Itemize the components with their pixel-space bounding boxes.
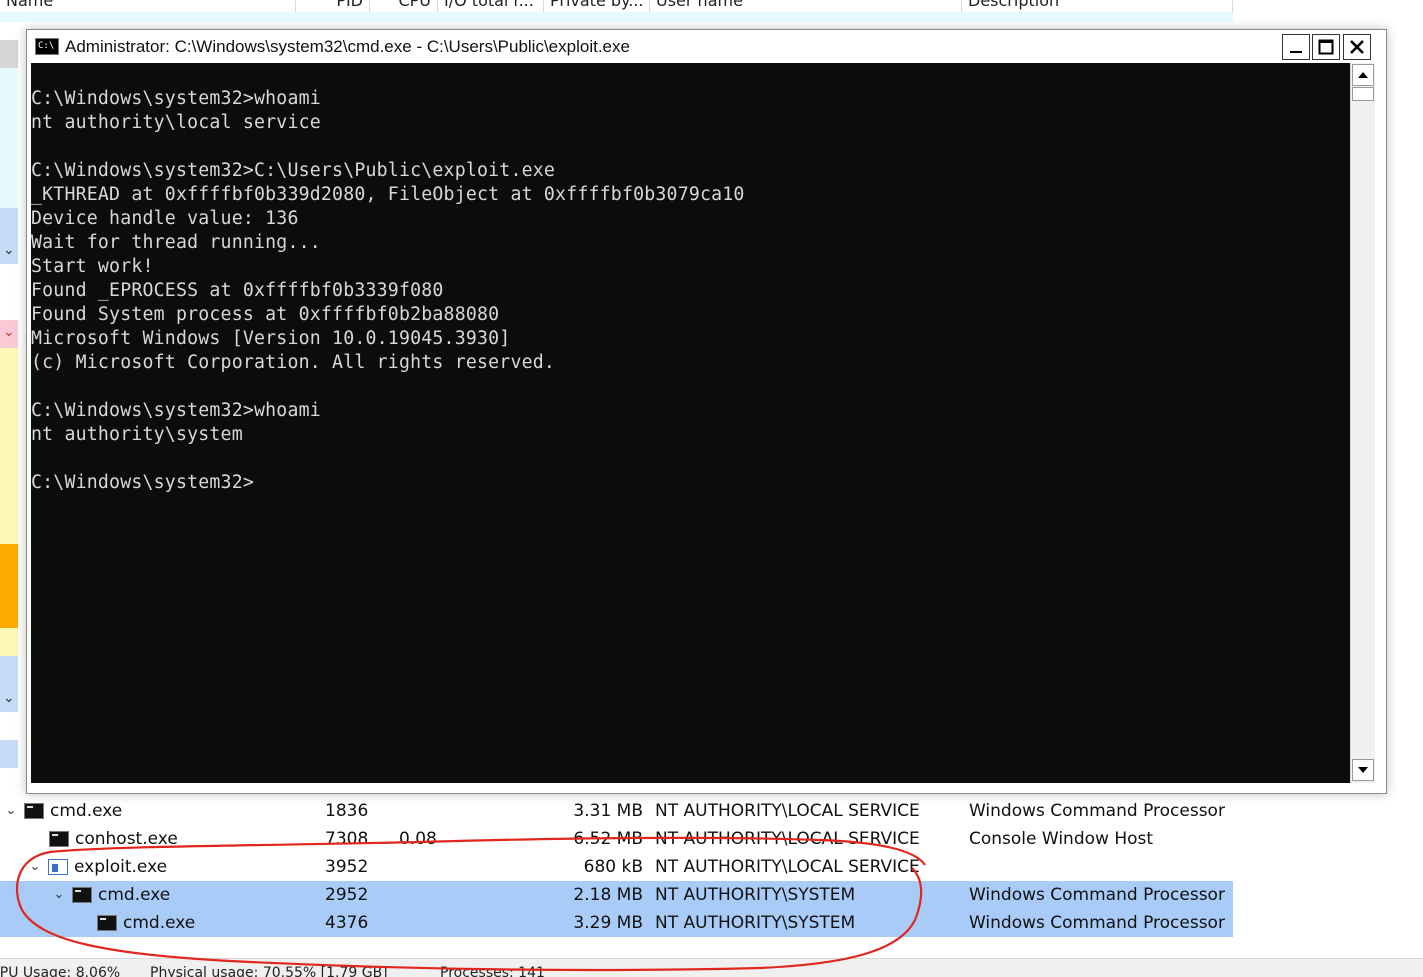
process-private-bytes: 2.18 MB: [573, 885, 643, 905]
process-private-bytes: 680 kB: [583, 857, 643, 877]
process-description: Console Window Host: [969, 829, 1154, 849]
console-line: C:\Windows\system32>whoami: [31, 88, 321, 109]
process-private-bytes: 3.29 MB: [573, 913, 643, 933]
process-row[interactable]: ⌄ cmd.exe 1836 3.31 MB NT AUTHORITY\LOCA…: [0, 797, 1233, 825]
cmd-icon: [24, 803, 44, 819]
scroll-thumb[interactable]: [1352, 87, 1374, 101]
process-description: Windows Command Processor: [969, 885, 1225, 905]
console-line: nt authority\system: [31, 424, 243, 445]
process-pid: 3952: [325, 857, 369, 877]
console-output[interactable]: C:\Windows\system32>whoami nt authority\l…: [31, 63, 1350, 783]
maximize-icon: [1318, 39, 1334, 55]
status-process-count: Processes: 141: [440, 965, 545, 977]
row-color-strip: [0, 40, 18, 68]
process-user: NT AUTHORITY\SYSTEM: [655, 885, 856, 905]
scroll-up-button[interactable]: [1352, 64, 1374, 86]
row-color-strip: [0, 740, 18, 768]
window-title: Administrator: C:\Windows\system32\cmd.e…: [65, 37, 630, 56]
row-highlight-stripe: [0, 12, 1233, 22]
process-name: cmd.exe: [123, 913, 196, 933]
row-color-strip: [0, 628, 18, 656]
process-pid: 2952: [325, 885, 369, 905]
console-line: Start work!: [31, 256, 154, 277]
cmd-icon[interactable]: C:\: [35, 38, 59, 55]
console-line: Found _EPROCESS at 0xffffbf0b3339f080: [31, 280, 444, 301]
process-description: Windows Command Processor: [969, 913, 1225, 933]
cmd-window[interactable]: C:\ Administrator: C:\Windows\system32\c…: [26, 29, 1387, 794]
vertical-scrollbar[interactable]: [1350, 63, 1375, 783]
process-name: conhost.exe: [75, 829, 178, 849]
close-icon: [1350, 40, 1364, 54]
console-line: _KTHREAD at 0xffffbf0b339d2080, FileObje…: [31, 184, 745, 205]
application-icon: [48, 859, 68, 875]
window-titlebar[interactable]: C:\ Administrator: C:\Windows\system32\c…: [27, 30, 1386, 64]
process-description: Windows Command Processor: [969, 801, 1225, 821]
process-name: cmd.exe: [50, 801, 123, 821]
process-user: NT AUTHORITY\LOCAL SERVICE: [655, 857, 920, 877]
row-color-strip: [0, 348, 18, 544]
status-physical-usage: Physical usage: 70.55% [1.79 GB]: [150, 965, 388, 977]
chevron-down-icon[interactable]: ⌄: [4, 797, 18, 825]
process-name: exploit.exe: [74, 857, 168, 877]
cmd-icon: [97, 915, 117, 931]
console-line: Found System process at 0xffffbf0b2ba880…: [31, 304, 500, 325]
process-row[interactable]: ⌄ exploit.exe 3952 680 kB NT AUTHORITY\L…: [0, 853, 1233, 881]
arrow-down-icon: [1358, 767, 1368, 773]
status-cpu-usage: CPU Usage: 8.06%: [0, 965, 121, 977]
process-pid: 7308: [325, 829, 369, 849]
process-row[interactable]: conhost.exe 7308 0.08 6.52 MB NT AUTHORI…: [0, 825, 1233, 853]
arrow-up-icon: [1358, 72, 1368, 78]
row-color-strip: [0, 68, 18, 208]
process-cpu: 0.08: [399, 829, 437, 849]
chevron-down-icon[interactable]: ⌄: [3, 243, 17, 257]
chevron-down-icon[interactable]: ⌄: [3, 691, 17, 705]
console-host-icon: [49, 831, 69, 847]
console-line: Wait for thread running...: [31, 232, 321, 253]
process-pid: 1836: [325, 801, 369, 821]
process-private-bytes: 6.52 MB: [573, 829, 643, 849]
row-color-strip: [0, 544, 18, 628]
process-user: NT AUTHORITY\LOCAL SERVICE: [655, 801, 920, 821]
console-line: (c) Microsoft Corporation. All rights re…: [31, 352, 556, 373]
chevron-down-icon[interactable]: ⌄: [52, 881, 66, 909]
process-user: NT AUTHORITY\LOCAL SERVICE: [655, 829, 920, 849]
console-line: Microsoft Windows [Version 10.0.19045.39…: [31, 328, 511, 349]
close-button[interactable]: [1343, 34, 1371, 60]
minimize-icon: [1290, 51, 1302, 53]
process-private-bytes: 3.31 MB: [573, 801, 643, 821]
cmd-icon-label: C:\: [38, 41, 55, 51]
console-line: nt authority\local service: [31, 112, 321, 133]
console-line: C:\Windows\system32>whoami: [31, 400, 321, 421]
console-line: Device handle value: 136: [31, 208, 299, 229]
minimize-button[interactable]: [1282, 34, 1310, 60]
process-row-selected[interactable]: cmd.exe 4376 3.29 MB NT AUTHORITY\SYSTEM…: [0, 909, 1233, 937]
cmd-icon: [72, 887, 92, 903]
console-line: C:\Windows\system32>: [31, 472, 254, 493]
scroll-down-button[interactable]: [1352, 759, 1374, 781]
process-name: cmd.exe: [98, 885, 171, 905]
console-line: C:\Windows\system32>C:\Users\Public\expl…: [31, 160, 556, 181]
process-tree: ⌄ cmd.exe 1836 3.31 MB NT AUTHORITY\LOCA…: [0, 797, 1233, 937]
process-user: NT AUTHORITY\SYSTEM: [655, 913, 856, 933]
chevron-down-icon[interactable]: ⌄: [3, 325, 17, 339]
chevron-down-icon[interactable]: ⌄: [28, 853, 42, 881]
process-row-selected[interactable]: ⌄ cmd.exe 2952 2.18 MB NT AUTHORITY\SYST…: [0, 881, 1233, 909]
status-bar: CPU Usage: 8.06% Physical usage: 70.55% …: [0, 958, 1423, 977]
maximize-button[interactable]: [1312, 34, 1340, 60]
process-pid: 4376: [325, 913, 369, 933]
console-text: C:\Windows\system32>whoami nt authority\l…: [31, 63, 1350, 495]
